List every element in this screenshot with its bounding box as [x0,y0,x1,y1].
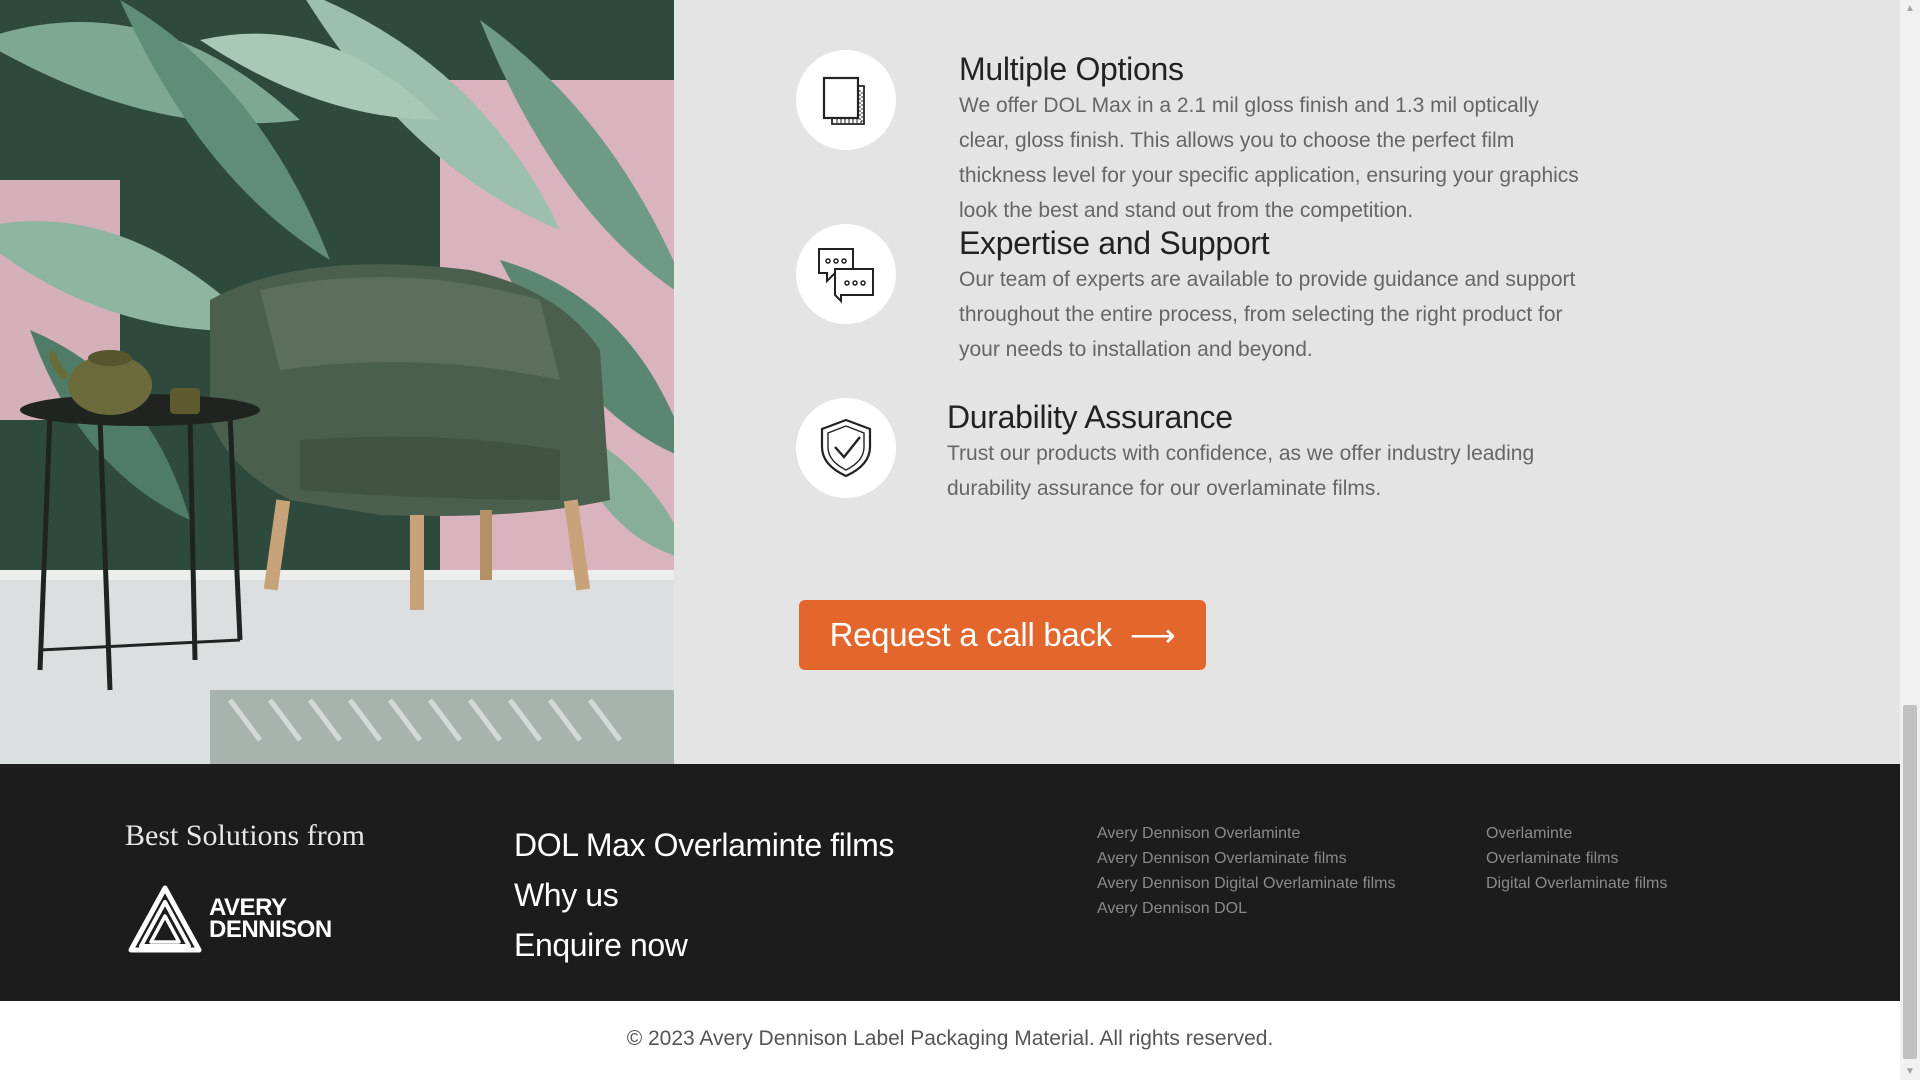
footer-keyword-link[interactable]: Avery Dennison Digital Overlaminate film… [1097,871,1395,896]
interior-photo [0,0,674,764]
scroll-up-arrow-icon[interactable]: ▲ [1900,0,1920,17]
chat-bubbles-icon [796,224,896,324]
cta-label: Request a call back [829,616,1113,653]
logo-word-dennison: DENNISON [209,916,332,943]
feature-description: We offer DOL Max in a 2.1 mil gloss fini… [959,94,1579,222]
copyright-bar: © 2023 Avery Dennison Label Packaging Ma… [0,1001,1900,1080]
footer-nav: DOL Max Overlaminte films Why us Enquire… [514,820,894,970]
footer-keyword-link[interactable]: Avery Dennison Overlaminte [1097,821,1395,846]
footer-keyword-link[interactable]: Overlaminate films [1486,846,1667,871]
feature-description: Trust our products with confidence, as w… [947,442,1535,500]
feature-description: Our team of experts are available to pro… [959,268,1576,361]
footer-keyword-link[interactable]: Avery Dennison DOL [1097,896,1395,921]
request-call-back-button[interactable]: Request a call back ⟶ [799,600,1206,670]
footer-keywords-column-2: Overlaminte Overlaminate films Digital O… [1486,821,1667,896]
layers-icon [796,50,896,150]
footer-keywords-column-1: Avery Dennison Overlaminte Avery Denniso… [1097,821,1395,921]
scrollbar-thumb[interactable] [1903,705,1917,1059]
footer: Best Solutions from AVERY DENNISON DOL M… [0,764,1900,1001]
features-section: Multiple Options We offer DOL Max in a 2… [0,0,1900,764]
footer-nav-why-us[interactable]: Why us [514,870,894,920]
shield-check-icon [796,398,896,498]
feature-title: Multiple Options [959,51,1184,87]
avery-dennison-logo[interactable]: AVERY DENNISON [127,884,332,954]
feature-title: Expertise and Support [959,225,1270,261]
footer-keyword-link[interactable]: Avery Dennison Overlaminate films [1097,846,1395,871]
arrow-right-icon: ⟶ [1129,617,1176,653]
footer-keyword-link[interactable]: Overlaminte [1486,821,1667,846]
avery-dennison-logo-mark-icon [128,885,202,953]
copyright-text: © 2023 Avery Dennison Label Packaging Ma… [626,1027,1274,1050]
scroll-down-arrow-icon[interactable]: ▼ [1900,1063,1920,1080]
page-scrollbar[interactable]: ▲ ▼ [1900,0,1920,1080]
footer-keyword-link[interactable]: Digital Overlaminate films [1486,871,1667,896]
footer-nav-dol-max[interactable]: DOL Max Overlaminte films [514,820,894,870]
footer-tagline: Best Solutions from [125,819,366,852]
feature-title: Durability Assurance [947,399,1233,435]
footer-nav-enquire-now[interactable]: Enquire now [514,920,894,970]
